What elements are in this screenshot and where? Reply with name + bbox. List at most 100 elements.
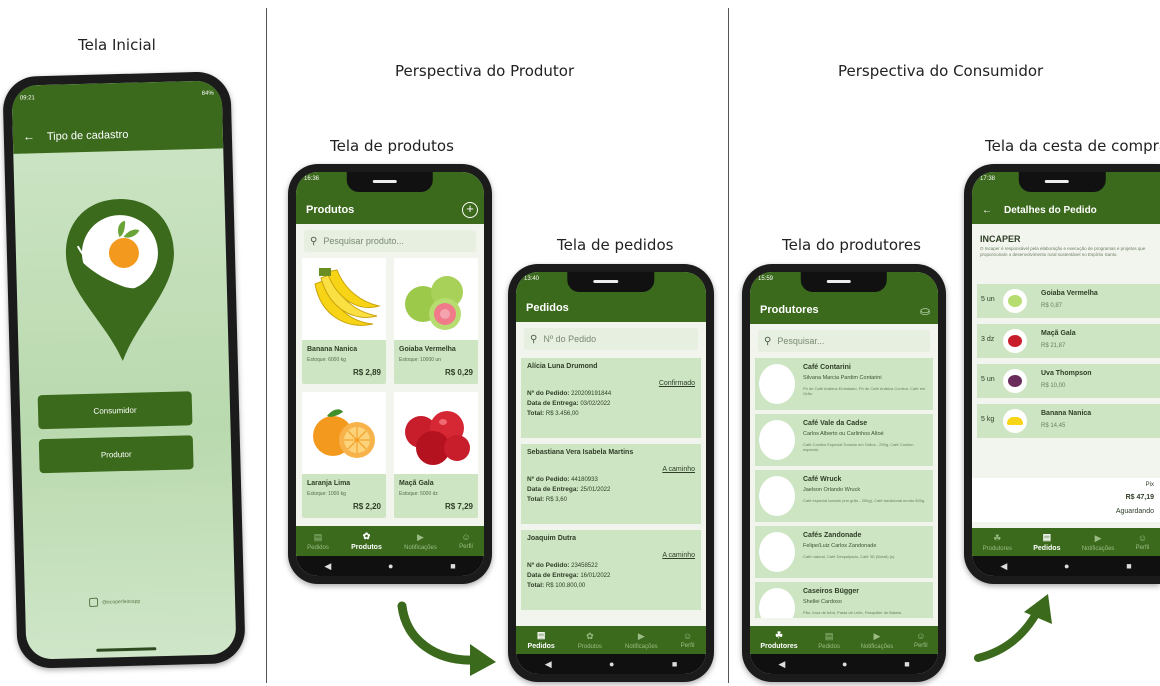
basket-item[interactable]: 3 dz Maçã Gala R$ 21,87 — [977, 324, 1160, 358]
search-icon: ⚲ — [764, 335, 772, 347]
bottom-nav: ☘ Produtores ▤ Pedidos ▶ Notificações ☺ Perf… — [972, 528, 1160, 556]
order-card[interactable]: Joaquim Dutra A caminho Nº do Pedido: 23… — [521, 530, 701, 610]
basket-item[interactable]: 5 un Uva Thompson R$ 10,00 — [977, 364, 1160, 398]
megaphone-icon: ▶ — [417, 531, 424, 542]
search-input[interactable]: ⚲ Nº do Pedido — [524, 328, 698, 350]
recents-icon[interactable]: ■ — [672, 659, 677, 669]
nav-notificacoes[interactable]: ▶ Notificações — [861, 631, 894, 650]
product-card[interactable]: Goiaba Vermelha Estoque: 10000 un R$ 0,2… — [394, 258, 478, 384]
producer-logo-icon — [759, 532, 795, 572]
basket-item[interactable]: 5 kg Banana Nanica R$ 14,45 — [977, 404, 1160, 438]
apple-icon — [405, 411, 470, 465]
home-icon[interactable]: ● — [842, 659, 847, 669]
consumer-button[interactable]: Consumidor — [37, 391, 193, 430]
search-input[interactable]: ⚲ Pesquisar... — [758, 330, 930, 352]
order-status: A caminho — [662, 552, 695, 559]
order-card[interactable]: Sebastiana Vera Isabela Martins A caminh… — [521, 444, 701, 524]
home-icon[interactable]: ● — [1064, 561, 1069, 571]
nav-notificacoes[interactable]: ▶ Notificações — [1082, 533, 1115, 552]
home-icon[interactable]: ● — [388, 561, 393, 571]
back-icon[interactable]: ◀ — [778, 659, 785, 670]
back-arrow-icon[interactable]: ← — [982, 205, 992, 216]
nav-pedidos[interactable]: ▤ Pedidos — [1033, 532, 1060, 552]
status-time: 15:59 — [758, 276, 774, 282]
producer-card[interactable]: Café Vale da Cadse Carlos Alberto ou Carl… — [755, 414, 933, 466]
basket-icon[interactable]: ⛀ — [920, 304, 930, 318]
back-arrow-icon[interactable]: ← — [23, 129, 35, 143]
product-card[interactable]: Laranja Lima Estoque: 1000 kg R$ 2,20 — [302, 392, 386, 518]
product-stock: Estoque: 1000 kg — [307, 491, 346, 497]
flow-arrow-icon — [974, 594, 1052, 662]
nav-pedidos[interactable]: ▤ Pedidos — [307, 532, 329, 551]
status-time: 09:21 — [19, 95, 35, 102]
order-number: 44180933 — [571, 477, 598, 483]
home-icon[interactable]: ● — [609, 659, 614, 669]
add-product-icon[interactable]: + — [462, 202, 478, 218]
order-card[interactable]: Alícia Luna Drumond Confirmado Nº do Ped… — [521, 358, 701, 438]
page-title: Detalhes do Pedido — [1004, 205, 1097, 216]
basket-item[interactable]: 5 un Goiaba Vermelha R$ 0,87 — [977, 284, 1160, 318]
producer-logo-icon — [759, 420, 795, 460]
producer-card[interactable]: Caseiros Bügger Shellei Cardoso Pão, broa … — [755, 582, 933, 618]
status-bar: 09:21 84% — [20, 91, 214, 108]
banana-icon — [1007, 417, 1023, 425]
search-input[interactable]: ⚲ Pesquisar produto... — [304, 230, 476, 252]
product-name: Banana Nanica — [307, 346, 358, 353]
page-title: Pedidos — [526, 302, 569, 314]
nav-pedidos[interactable]: ▤ Pedidos — [818, 631, 840, 650]
farmer-icon: ☘ — [774, 630, 784, 640]
order-client: Alícia Luna Drumond — [527, 363, 598, 370]
search-icon: ⚲ — [310, 235, 318, 247]
caption-producers-screen: Tela do produtores — [782, 236, 921, 254]
status-time: 16:36 — [304, 176, 320, 182]
status-battery: 84% — [201, 90, 214, 97]
producer-button[interactable]: Produtor — [38, 435, 194, 474]
nav-notificacoes[interactable]: ▶ Notificações — [625, 631, 658, 650]
system-nav-bar: ◀ ● ■ — [516, 654, 706, 674]
product-name: Laranja Lima — [307, 480, 351, 487]
status-time: 17:38 — [980, 176, 996, 182]
guava-icon — [405, 276, 463, 330]
producer-card[interactable]: Cafés Zandonade Felipe/Luiz Carlos Zandon… — [755, 526, 933, 578]
recents-icon[interactable]: ■ — [904, 659, 909, 669]
back-icon[interactable]: ◀ — [1000, 561, 1007, 572]
nav-produtos[interactable]: ✿ Produtos — [578, 631, 602, 650]
nav-produtores[interactable]: ☘ Produtores — [983, 533, 1012, 552]
orders-icon: ▤ — [1042, 532, 1052, 542]
search-placeholder: Pesquisar... — [777, 336, 825, 346]
nav-produtos[interactable]: ✿ Produtos — [351, 531, 382, 551]
orders-icon: ▤ — [824, 630, 834, 641]
back-icon[interactable]: ◀ — [324, 561, 331, 572]
system-nav-bar: ◀ ● ■ — [296, 556, 484, 576]
divider-left — [266, 8, 267, 683]
app-bar: 09:21 84% ← Tipo de cadastro — [11, 80, 224, 154]
product-name: Goiaba Vermelha — [399, 346, 456, 353]
caption-consumer-perspective: Perspectiva do Consumidor — [838, 62, 1044, 80]
search-icon: ⚲ — [530, 333, 538, 345]
system-nav-bar: ◀ ● ■ — [972, 556, 1160, 576]
nav-perfil[interactable]: ☺ Perfil — [459, 532, 473, 550]
recents-icon[interactable]: ■ — [450, 561, 455, 571]
producer-card[interactable]: Café Wruck Jaelson Orlando Wruck Café espe… — [755, 470, 933, 522]
producer-card[interactable]: Café Contarini Silvana Marcia Pardim Cont… — [755, 358, 933, 410]
nav-pedidos[interactable]: ▤ Pedidos — [528, 630, 555, 650]
back-icon[interactable]: ◀ — [545, 659, 552, 670]
instagram-footer: @ecoperfeitoapp — [88, 597, 140, 607]
nav-produtores[interactable]: ☘ Produtores — [760, 630, 797, 650]
nav-perfil[interactable]: ☺ Perfil — [681, 631, 695, 649]
recents-icon[interactable]: ■ — [1126, 561, 1131, 571]
instagram-icon — [88, 597, 99, 607]
product-price: R$ 0,29 — [444, 368, 473, 377]
phone-basket: 17:38 ← Detalhes do Pedido INCAPER O Inc… — [964, 164, 1160, 584]
nav-perfil[interactable]: ☺ Perfil — [1136, 533, 1150, 551]
search-placeholder: Pesquisar produto... — [323, 236, 404, 246]
product-card[interactable]: Maçã Gala Estoque: 5000 dz R$ 7,29 — [394, 392, 478, 518]
page-title: Produtos — [306, 204, 355, 216]
product-card[interactable]: Banana Nanica Estoque: 6000 kg R$ 2,89 — [302, 258, 386, 384]
nav-perfil[interactable]: ☺ Perfil — [914, 631, 928, 649]
system-nav-bar: ◀ ● ■ — [750, 654, 938, 674]
megaphone-icon: ▶ — [1094, 532, 1102, 543]
order-total: R$ 47,19 — [1125, 494, 1154, 501]
producer-logo-icon — [759, 588, 795, 618]
nav-notificacoes[interactable]: ▶ Notificações — [404, 532, 437, 551]
